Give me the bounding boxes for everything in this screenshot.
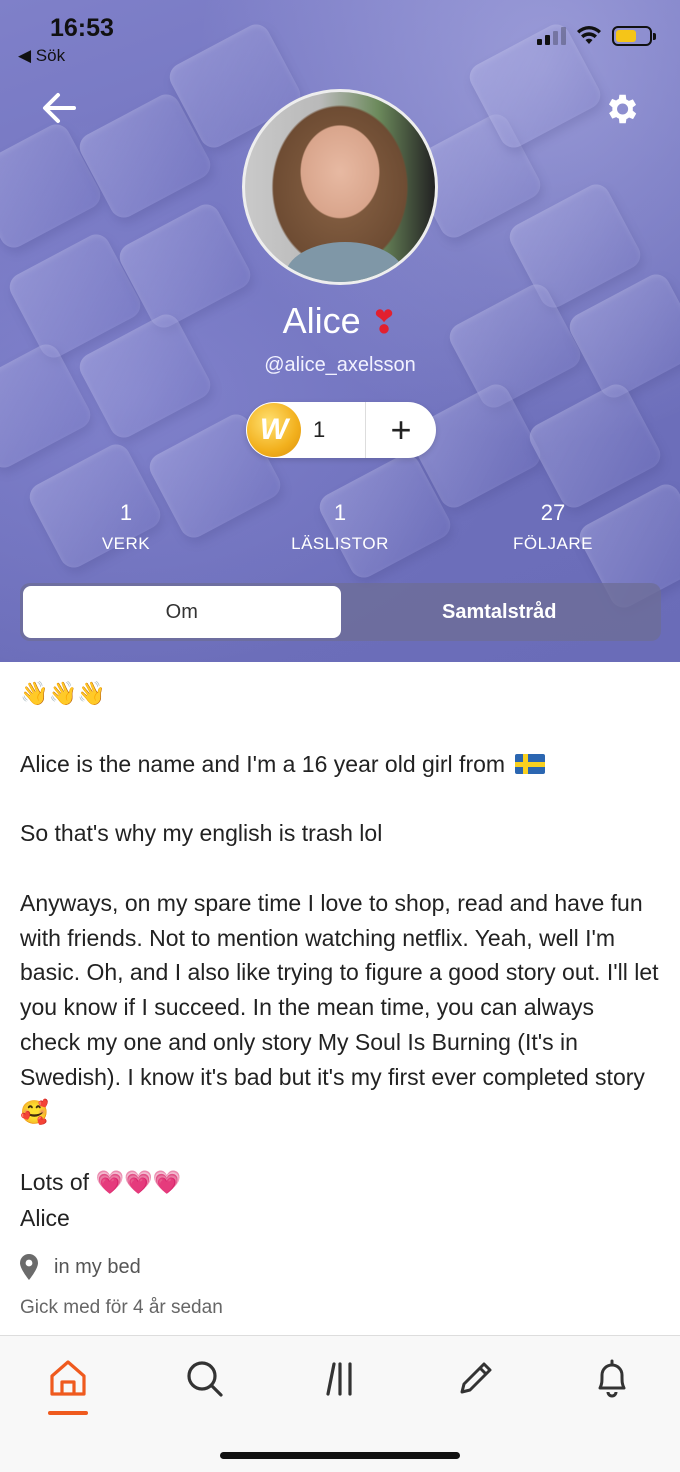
tab-about[interactable]: Om [23,586,341,638]
tab-conversations[interactable]: Samtalstråd [341,586,659,638]
profile-name: Alice [282,300,361,341]
bio-line: Alice is the name and I'm a 16 year old … [20,750,506,777]
stat-works[interactable]: 1 VERK [26,500,226,554]
avatar[interactable] [242,89,438,285]
library-icon[interactable] [318,1356,362,1400]
joined-date: Gick med för 4 år sedan [20,1297,223,1318]
back-to-search-link[interactable]: ◀ Sök [18,46,65,66]
bio-paragraph: Anyways, on my spare time I love to shop… [20,889,659,1090]
waving-hands-emoji: 👋👋👋 [20,681,106,707]
gear-icon[interactable] [602,90,640,128]
wifi-icon [577,26,601,44]
bottom-navigation [0,1335,680,1472]
stat-value: 1 [119,500,133,525]
location-row: in my bed [20,1254,141,1280]
heart-icon: ❣ [370,304,398,340]
search-icon[interactable] [182,1356,226,1400]
arrow-left-icon[interactable] [38,86,82,130]
location-text: in my bed [54,1255,141,1278]
stat-followers[interactable]: 27 FÖLJARE [453,500,653,554]
stat-label: FÖLJARE [512,534,594,553]
bio-line: So that's why my english is trash lol [20,820,383,847]
coin-support-pill: W 1 + [246,402,436,458]
stat-value: 1 [333,500,347,525]
active-tab-indicator [48,1411,88,1415]
stat-label: LÄSLISTOR [291,534,389,553]
home-icon[interactable] [46,1356,90,1400]
add-coin-button[interactable]: + [366,402,436,458]
profile-tabs: Om Samtalstråd [20,583,661,641]
bio-signature: Alice [20,1204,70,1231]
profile-header: 16:53 ◀ Sök Alice ❣ @alice_axelsson W 1 + [0,0,680,662]
coin-icon[interactable]: W [247,403,301,457]
status-indicators [537,26,656,46]
smiling-hearts-emoji: 🥰 [20,1099,49,1126]
notifications-icon[interactable] [590,1356,634,1400]
profile-name-row: Alice ❣ [0,300,680,342]
sweden-flag-icon [515,753,546,774]
bio-closing: Lots of [20,1169,90,1196]
write-icon[interactable] [454,1356,498,1400]
stat-reading-lists[interactable]: 1 LÄSLISTOR [240,500,440,554]
coin-count: 1 [313,417,326,442]
home-indicator[interactable] [220,1452,460,1459]
stat-label: VERK [101,534,151,553]
profile-bio: 👋👋👋 Alice is the name and I'm a 16 year … [20,676,660,1236]
profile-handle: @alice_axelsson [264,354,416,376]
cellular-signal-icon [537,27,566,45]
status-time: 16:53 [50,14,114,42]
stat-value: 27 [540,500,566,525]
battery-icon [612,26,656,46]
pink-hearts-emoji: 💗💗💗 [95,1170,182,1197]
location-pin-icon [20,1254,38,1280]
